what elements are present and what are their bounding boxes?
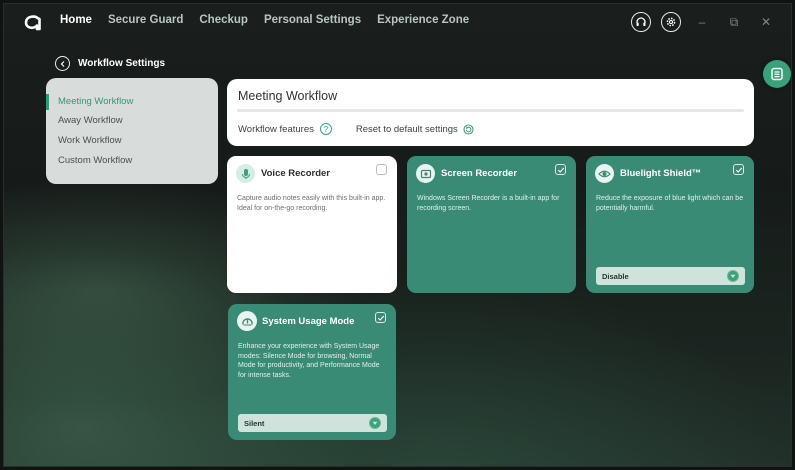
card-description: Reduce the exposure of blue light which … bbox=[596, 195, 744, 212]
sidebar-item-custom-workflow[interactable]: Custom Workflow bbox=[46, 151, 218, 171]
reset-default-link[interactable]: Reset to default settings bbox=[356, 124, 458, 135]
main-nav: Home Secure Guard Checkup Personal Setti… bbox=[60, 14, 469, 26]
help-icon[interactable]: ? bbox=[319, 123, 332, 135]
chevron-down-icon bbox=[727, 270, 739, 282]
screen-recorder-card[interactable]: Screen Recorder Windows Screen Recorder … bbox=[407, 156, 576, 293]
workflow-title: Meeting Workflow bbox=[238, 89, 338, 103]
dropdown-value: Disable bbox=[602, 271, 629, 281]
dropdown-value: Silent bbox=[244, 418, 265, 428]
nav-experience-zone[interactable]: Experience Zone bbox=[377, 14, 469, 26]
card-title: Screen Recorder bbox=[441, 168, 518, 179]
chevron-down-icon bbox=[369, 417, 381, 429]
bluelight-shield-checkbox[interactable] bbox=[733, 164, 744, 175]
title-bar-controls: – ⧉ ✕ bbox=[631, 12, 777, 32]
card-title: System Usage Mode bbox=[262, 316, 355, 327]
screen-recorder-checkbox[interactable] bbox=[555, 164, 566, 175]
workflow-header-card: Meeting Workflow Workflow features ? Res… bbox=[227, 79, 754, 146]
sidebar-item-away-workflow[interactable]: Away Workflow bbox=[46, 111, 218, 131]
acer-logo-icon bbox=[22, 13, 42, 33]
nav-checkup[interactable]: Checkup bbox=[199, 14, 248, 26]
minimize-icon[interactable]: – bbox=[691, 12, 713, 32]
nav-personal-settings[interactable]: Personal Settings bbox=[264, 14, 361, 26]
headset-icon[interactable] bbox=[631, 12, 651, 32]
nav-secure-guard[interactable]: Secure Guard bbox=[108, 14, 183, 26]
card-title: Voice Recorder bbox=[261, 168, 330, 179]
card-description: Enhance your experience with System Usag… bbox=[238, 343, 380, 379]
bluelight-shield-card[interactable]: Bluelight Shield™ Reduce the exposure of… bbox=[586, 156, 754, 293]
card-description: Capture audio notes easily with this bui… bbox=[237, 195, 386, 212]
top-bar: Home Secure Guard Checkup Personal Setti… bbox=[4, 4, 791, 44]
voice-recorder-checkbox[interactable] bbox=[376, 164, 387, 175]
workflow-features-label: Workflow features bbox=[238, 123, 314, 135]
workflow-features-row: Workflow features ? Reset to default set… bbox=[238, 123, 474, 135]
voice-recorder-card[interactable]: Voice Recorder Capture audio notes easil… bbox=[227, 156, 397, 293]
card-title: Bluelight Shield™ bbox=[620, 168, 702, 179]
divider bbox=[237, 109, 744, 112]
page-title: Workflow Settings bbox=[78, 58, 166, 69]
close-icon[interactable]: ✕ bbox=[755, 12, 777, 32]
app-window: Home Secure Guard Checkup Personal Setti… bbox=[3, 3, 792, 467]
reset-icon[interactable] bbox=[463, 123, 474, 135]
sidebar-item-work-workflow[interactable]: Work Workflow bbox=[46, 131, 218, 151]
nav-home[interactable]: Home bbox=[60, 14, 92, 26]
eye-icon bbox=[595, 164, 614, 183]
card-description: Windows Screen Recorder is a built-in ap… bbox=[417, 195, 560, 212]
speedometer-icon bbox=[237, 311, 257, 331]
breadcrumb: Workflow Settings bbox=[55, 56, 165, 71]
list-panel-icon[interactable] bbox=[763, 60, 791, 88]
restore-icon[interactable]: ⧉ bbox=[723, 12, 745, 32]
system-usage-mode-checkbox[interactable] bbox=[375, 312, 386, 323]
gear-icon[interactable] bbox=[661, 12, 681, 32]
bluelight-mode-dropdown[interactable]: Disable bbox=[596, 267, 745, 285]
system-usage-mode-dropdown[interactable]: Silent bbox=[238, 414, 387, 432]
chevron-left-icon[interactable] bbox=[55, 56, 70, 71]
system-usage-mode-card[interactable]: System Usage Mode Enhance your experienc… bbox=[228, 304, 396, 440]
workflow-sidebar: Meeting Workflow Away Workflow Work Work… bbox=[46, 78, 218, 184]
sidebar-item-meeting-workflow[interactable]: Meeting Workflow bbox=[46, 92, 218, 112]
screen-record-icon bbox=[416, 164, 435, 183]
microphone-icon bbox=[236, 164, 255, 183]
